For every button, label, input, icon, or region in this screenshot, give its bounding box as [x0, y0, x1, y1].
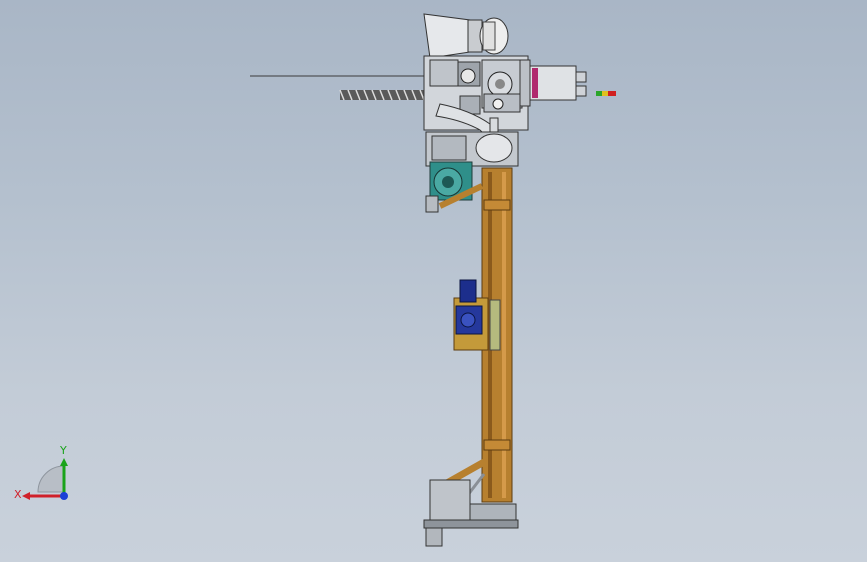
machine-model-side-view[interactable] [0, 0, 867, 562]
gearbox-assembly [423, 55, 587, 131]
z-axis [60, 492, 68, 500]
y-axis-label: Y [59, 444, 67, 457]
feeder-body [425, 131, 519, 167]
x-arrow [22, 492, 30, 500]
coordinate-triad: X Y [14, 444, 68, 501]
screw-conveyor [339, 89, 433, 101]
triad-base [37, 465, 65, 493]
y-arrow [60, 458, 68, 466]
indicator-lights [596, 91, 616, 96]
graphics-viewport[interactable]: X Y [0, 0, 867, 562]
x-axis-label: X [14, 488, 22, 501]
hopper-horn [423, 13, 509, 59]
